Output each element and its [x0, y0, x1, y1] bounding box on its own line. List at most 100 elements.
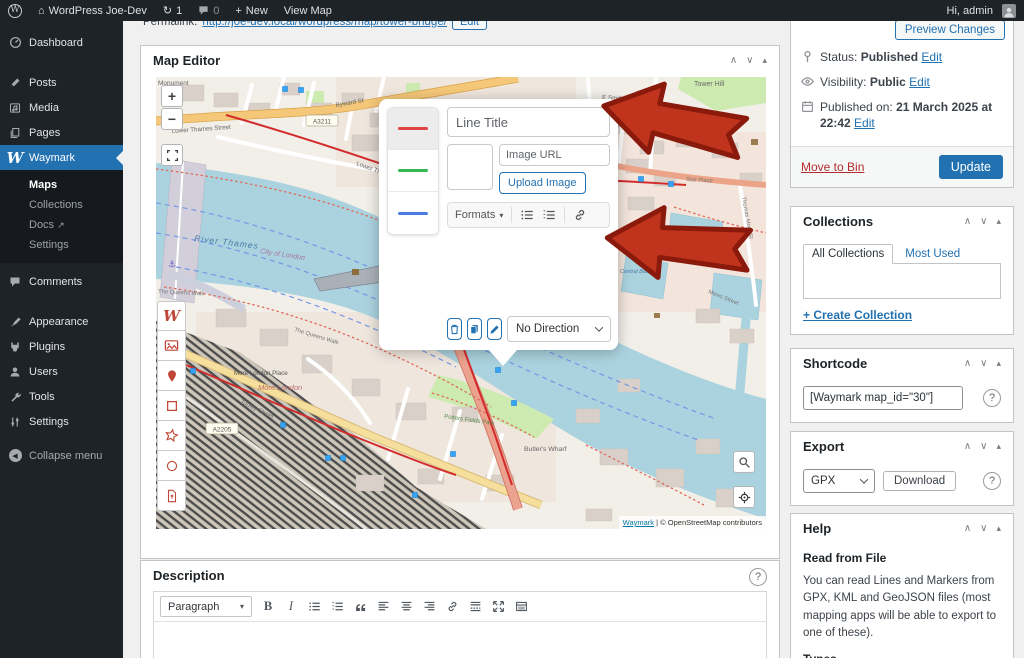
- preview-changes-button[interactable]: Preview Changes: [895, 21, 1005, 40]
- collections-list-box[interactable]: [803, 263, 1001, 299]
- read-more-button[interactable]: [468, 599, 482, 614]
- waymark-attribution-link[interactable]: Waymark: [623, 518, 654, 527]
- description-text-area[interactable]: [154, 622, 766, 658]
- move-down-icon[interactable]: ∨: [980, 358, 987, 369]
- link-button[interactable]: [573, 208, 587, 222]
- sidebar-item-users[interactable]: Users: [0, 359, 123, 384]
- swatch-blue[interactable]: [388, 192, 438, 234]
- download-button[interactable]: Download: [883, 471, 956, 491]
- swatch-green[interactable]: [388, 150, 438, 192]
- panel-toggle-icon[interactable]: ▴: [762, 55, 767, 66]
- shortcode-help-button[interactable]: ?: [983, 389, 1001, 407]
- export-format-select[interactable]: GPX: [803, 469, 875, 493]
- account-menu[interactable]: Hi, admin: [939, 0, 1024, 21]
- sidebar-item-settings[interactable]: Settings: [0, 409, 123, 434]
- align-left-button[interactable]: [376, 599, 390, 614]
- align-right-button[interactable]: [422, 599, 436, 614]
- site-name: WordPress Joe-Dev: [49, 5, 147, 17]
- move-up-icon[interactable]: ∧: [964, 358, 971, 369]
- image-preview-box[interactable]: [447, 144, 493, 190]
- shortcode-input[interactable]: [803, 386, 963, 410]
- bullet-list-button[interactable]: [307, 599, 321, 614]
- new-menu[interactable]: + New: [227, 0, 275, 21]
- move-down-icon[interactable]: ∨: [980, 441, 987, 452]
- align-center-button[interactable]: [399, 599, 413, 614]
- read-file-button[interactable]: [157, 481, 186, 511]
- move-up-icon[interactable]: ∧: [964, 441, 971, 452]
- map-canvas[interactable]: ⚓ A3211 A2205 Monument Lower Thames Stre…: [156, 77, 766, 529]
- move-up-icon[interactable]: ∧: [730, 55, 737, 66]
- wordpress-logo-icon[interactable]: W: [0, 0, 30, 21]
- draw-circle-button[interactable]: [157, 451, 186, 481]
- toolbar-toggle-button[interactable]: [514, 599, 528, 614]
- sidebar-item-dashboard[interactable]: Dashboard: [0, 30, 123, 55]
- sidebar-item-posts[interactable]: Posts: [0, 70, 123, 95]
- delete-line-button[interactable]: [447, 318, 462, 340]
- export-help-button[interactable]: ?: [983, 472, 1001, 490]
- italic-button[interactable]: I: [284, 599, 298, 614]
- locate-button[interactable]: [733, 486, 755, 508]
- move-down-icon[interactable]: ∨: [980, 216, 987, 227]
- edit-visibility-link[interactable]: Edit: [909, 75, 930, 89]
- line-title-input[interactable]: [447, 107, 610, 137]
- tab-all-collections[interactable]: All Collections: [803, 244, 893, 264]
- duplicate-line-button[interactable]: [467, 318, 482, 340]
- fullscreen-button[interactable]: [161, 144, 183, 166]
- permalink-edit-button[interactable]: Edit: [452, 21, 487, 30]
- move-up-icon[interactable]: ∧: [964, 523, 971, 534]
- sidebar-item-comments[interactable]: Comments: [0, 269, 123, 294]
- direction-select[interactable]: No Direction: [507, 316, 611, 342]
- move-up-icon[interactable]: ∧: [964, 216, 971, 227]
- upload-image-button[interactable]: Upload Image: [499, 172, 586, 194]
- paragraph-select[interactable]: Paragraph▾: [160, 596, 252, 617]
- view-map-link[interactable]: View Map: [276, 0, 340, 21]
- tab-most-used[interactable]: Most Used: [905, 248, 960, 260]
- bullet-list-button[interactable]: [520, 208, 534, 222]
- update-button[interactable]: Update: [939, 155, 1003, 179]
- draw-marker-button[interactable]: [157, 361, 186, 391]
- edit-status-link[interactable]: Edit: [921, 50, 942, 64]
- bold-button[interactable]: B: [261, 599, 275, 614]
- sidebar-item-waymark[interactable]: W Waymark: [0, 145, 123, 170]
- add-photo-button[interactable]: [157, 331, 186, 361]
- draw-polygon-button[interactable]: [157, 421, 186, 451]
- collapse-menu-button[interactable]: ◀ Collapse menu: [0, 443, 123, 468]
- submenu-item-docs[interactable]: Docs↗: [0, 215, 123, 235]
- zoom-out-button[interactable]: −: [161, 108, 183, 130]
- numbered-list-button[interactable]: [542, 208, 556, 222]
- draw-rectangle-button[interactable]: [157, 391, 186, 421]
- swatch-red[interactable]: [388, 108, 438, 150]
- sidebar-item-appearance[interactable]: Appearance: [0, 309, 123, 334]
- site-menu[interactable]: ⌂ WordPress Joe-Dev: [30, 0, 155, 21]
- link-button[interactable]: [445, 599, 459, 614]
- move-down-icon[interactable]: ∨: [746, 55, 753, 66]
- sidebar-item-media[interactable]: Media: [0, 95, 123, 120]
- panel-toggle-icon[interactable]: ▴: [996, 216, 1001, 227]
- move-down-icon[interactable]: ∨: [980, 523, 987, 534]
- panel-toggle-icon[interactable]: ▴: [996, 358, 1001, 369]
- updates-menu[interactable]: ↻ 1: [155, 0, 190, 21]
- submenu-item-collections[interactable]: Collections: [0, 195, 123, 215]
- edit-published-link[interactable]: Edit: [854, 116, 875, 130]
- edit-line-button[interactable]: [487, 318, 502, 340]
- blockquote-button[interactable]: [353, 599, 367, 614]
- submenu-item-settings[interactable]: Settings: [0, 235, 123, 255]
- comments-menu[interactable]: 0: [190, 0, 227, 21]
- sidebar-item-plugins[interactable]: Plugins: [0, 334, 123, 359]
- waymark-edit-button[interactable]: W: [157, 301, 186, 331]
- permalink-link[interactable]: http://joe-dev.local/wordpress/map/tower…: [202, 21, 447, 28]
- sidebar-item-tools[interactable]: Tools: [0, 384, 123, 409]
- panel-toggle-icon[interactable]: ▴: [996, 523, 1001, 534]
- create-collection-link[interactable]: + Create Collection: [803, 308, 912, 322]
- line-description-body[interactable]: [447, 228, 610, 314]
- zoom-in-button[interactable]: +: [161, 85, 183, 107]
- move-to-bin-link[interactable]: Move to Bin: [801, 160, 864, 174]
- sidebar-item-pages[interactable]: Pages: [0, 120, 123, 145]
- description-help-button[interactable]: ?: [749, 568, 767, 586]
- submenu-item-maps[interactable]: Maps: [0, 175, 123, 195]
- map-search-button[interactable]: [733, 451, 755, 473]
- panel-toggle-icon[interactable]: ▴: [996, 441, 1001, 452]
- fullscreen-button[interactable]: [491, 599, 505, 614]
- formats-dropdown[interactable]: Formats▾: [455, 209, 503, 221]
- numbered-list-button[interactable]: [330, 599, 344, 614]
